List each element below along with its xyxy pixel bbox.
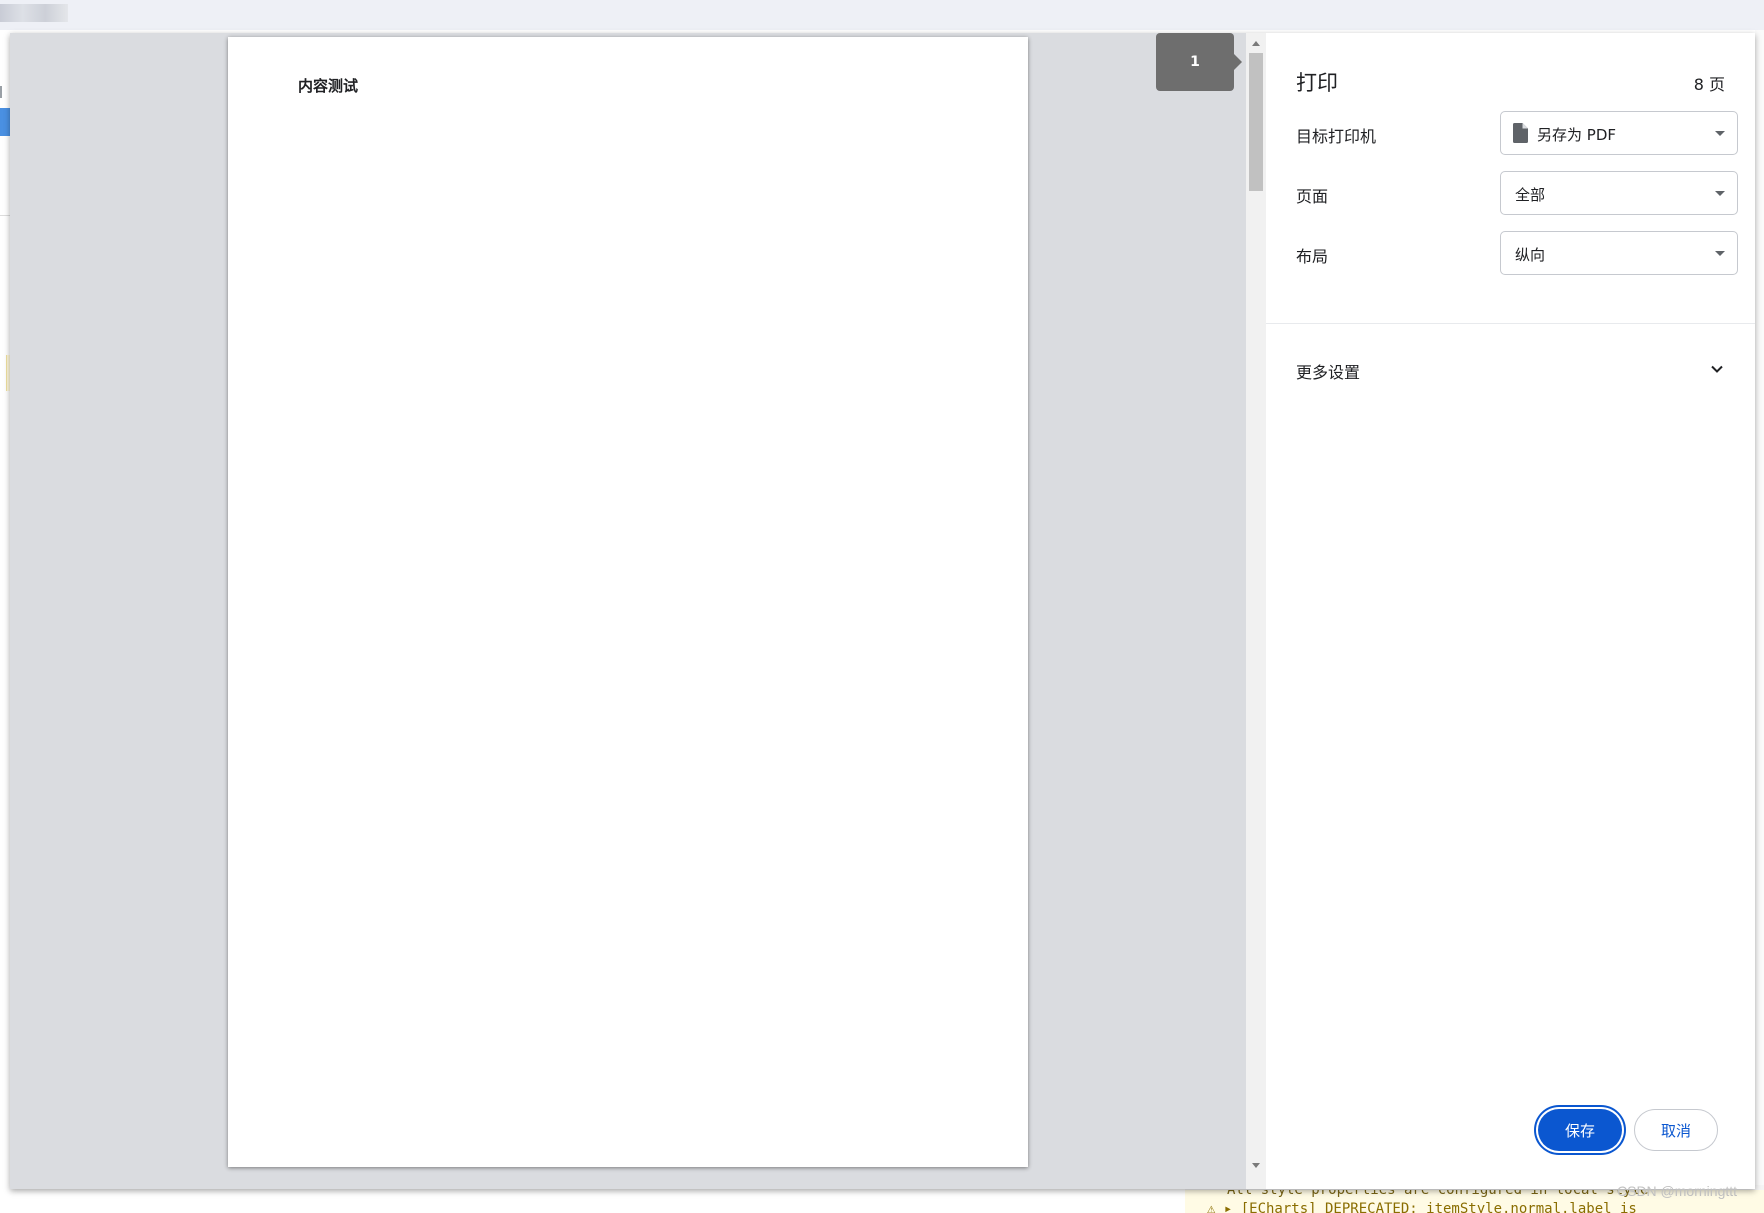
chevron-down-icon — [1715, 251, 1725, 256]
badge-pointer — [1234, 54, 1242, 70]
document-icon — [1513, 123, 1528, 143]
layout-label: 布局 — [1296, 247, 1329, 266]
print-settings-sidebar: 打印 8 页 目标打印机 另存为 PDF 页面 全部 布局 纵向 更多设置 保存… — [1266, 33, 1755, 1189]
browser-top-strip — [0, 0, 1764, 30]
console-warning-line: ⚠ ▸ [ECharts] DEPRECATED: itemStyle.norm… — [1207, 1201, 1637, 1213]
chevron-down-icon — [1715, 131, 1725, 136]
sheet-count: 8 页 — [1693, 75, 1725, 94]
background-blue-button — [0, 108, 10, 136]
preview-scrollbar[interactable] — [1246, 33, 1266, 1189]
print-preview-area: 内容测试 1 — [10, 33, 1266, 1189]
expand-chevron-icon[interactable] — [1709, 361, 1725, 377]
chevron-down-icon — [1715, 191, 1725, 196]
background-divider — [0, 215, 10, 216]
blurred-tab — [0, 4, 68, 22]
section-divider — [1266, 323, 1755, 324]
cancel-button[interactable]: 取消 — [1634, 1109, 1718, 1151]
dialog-title: 打印 — [1296, 71, 1338, 95]
print-dialog: 内容测试 1 打印 8 页 目标打印机 另存为 PDF 页面 全部 布局 纵向 … — [10, 33, 1755, 1189]
background-page-left — [0, 30, 11, 1213]
destination-select[interactable]: 另存为 PDF — [1500, 111, 1738, 155]
page-content-text: 内容测试 — [298, 77, 359, 95]
pages-select[interactable]: 全部 — [1500, 171, 1738, 215]
scroll-thumb[interactable] — [1249, 53, 1263, 191]
more-settings-toggle[interactable]: 更多设置 — [1296, 359, 1360, 383]
background-page-right — [1755, 30, 1764, 1213]
layout-value: 纵向 — [1515, 246, 1546, 264]
layout-select[interactable]: 纵向 — [1500, 231, 1738, 275]
scroll-down-arrow-icon[interactable] — [1252, 1163, 1260, 1168]
pages-label: 页面 — [1296, 187, 1329, 206]
destination-value: 另存为 PDF — [1537, 126, 1616, 144]
destination-label: 目标打印机 — [1296, 127, 1377, 146]
console-line: All style properties are configured in l… — [1227, 1190, 1649, 1198]
page-number-badge: 1 — [1156, 33, 1234, 91]
save-button[interactable]: 保存 — [1538, 1109, 1622, 1151]
scroll-up-arrow-icon[interactable] — [1252, 41, 1260, 46]
pages-value: 全部 — [1515, 186, 1546, 204]
watermark: CSDN @morningttt — [1617, 1183, 1738, 1199]
preview-page: 内容测试 — [228, 37, 1028, 1167]
background-edge-mark — [0, 86, 10, 98]
